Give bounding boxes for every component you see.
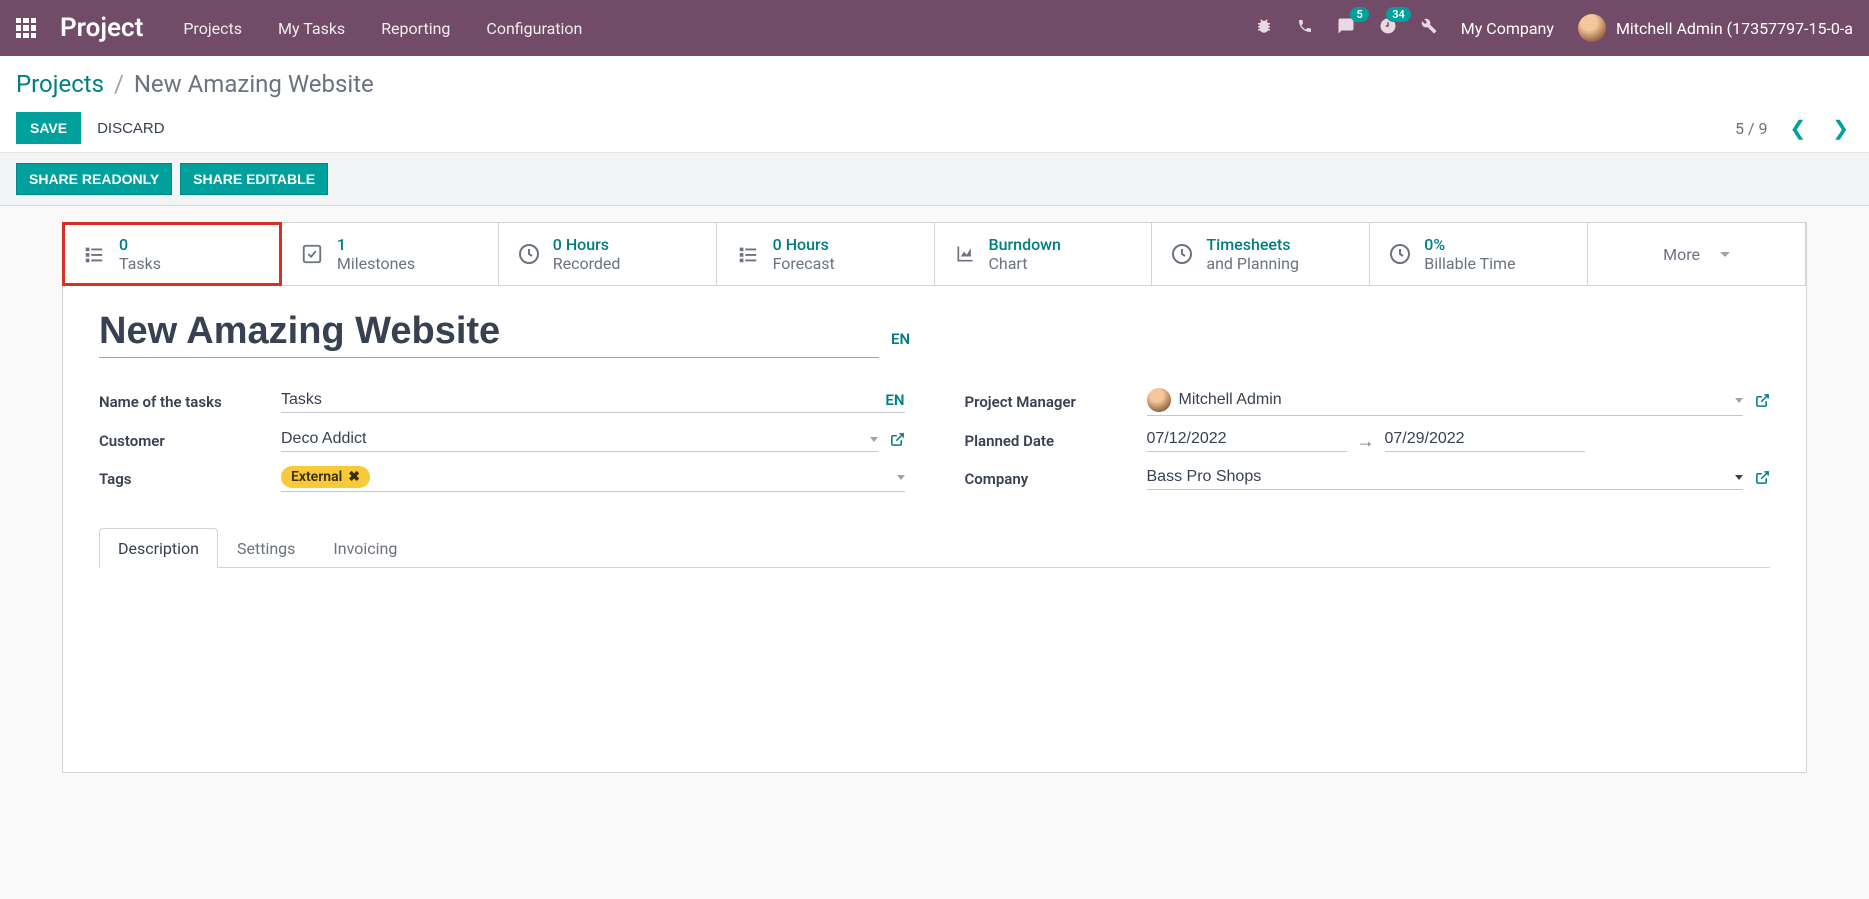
project-manager-input[interactable] (1179, 391, 1728, 409)
action-bar: SAVE DISCARD 5 / 9 ❮ ❯ (0, 98, 1869, 153)
arrow-right-icon: → (1357, 431, 1375, 452)
pager-prev[interactable]: ❮ (1785, 116, 1810, 140)
share-readonly-button[interactable]: SHARE READONLY (16, 163, 172, 195)
date-end-input[interactable] (1385, 430, 1585, 452)
manager-avatar-icon (1147, 388, 1171, 412)
debug-icon[interactable] (1255, 17, 1273, 39)
menu-reporting[interactable]: Reporting (381, 19, 450, 38)
apps-icon[interactable] (16, 18, 36, 38)
external-link-icon[interactable] (1755, 470, 1770, 489)
chevron-down-icon[interactable] (1735, 398, 1743, 403)
discard-button[interactable]: DISCARD (97, 120, 165, 137)
external-link-icon[interactable] (1755, 393, 1770, 412)
pager-next[interactable]: ❯ (1828, 116, 1853, 140)
tag-remove-icon[interactable]: ✖ (348, 469, 360, 485)
menu-projects[interactable]: Projects (183, 19, 242, 38)
company-input[interactable] (1147, 468, 1728, 486)
stat-timesheets[interactable]: Timesheetsand Planning (1152, 223, 1370, 285)
title-lang-button[interactable]: EN (891, 330, 910, 348)
breadcrumb-bar: Projects / New Amazing Website (0, 56, 1869, 98)
phone-icon[interactable] (1297, 18, 1313, 38)
share-bar: SHARE READONLY SHARE EDITABLE (0, 153, 1869, 206)
label-tasks-name: Name of the tasks (99, 393, 269, 411)
app-brand[interactable]: Project (60, 13, 143, 43)
external-link-icon[interactable] (890, 432, 905, 451)
form-sheet: 0Tasks 1Milestones 0 HoursRecorded 0 Hou… (62, 222, 1807, 773)
stat-milestones[interactable]: 1Milestones (281, 223, 499, 285)
tab-invoicing[interactable]: Invoicing (314, 528, 416, 568)
project-title-input[interactable] (99, 310, 879, 358)
avatar-icon (1578, 14, 1606, 42)
label-project-manager: Project Manager (965, 393, 1135, 411)
chevron-down-icon (1720, 252, 1730, 257)
company-selector[interactable]: My Company (1461, 19, 1554, 38)
stat-burndown[interactable]: BurndownChart (935, 223, 1153, 285)
main-menu: Projects My Tasks Reporting Configuratio… (183, 19, 582, 38)
label-customer: Customer (99, 432, 269, 450)
menu-configuration[interactable]: Configuration (486, 19, 582, 38)
chevron-down-icon[interactable] (1735, 475, 1743, 480)
chat-icon[interactable]: 5 (1337, 17, 1355, 39)
label-tags: Tags (99, 470, 269, 488)
user-name: Mitchell Admin (17357797-15-0-a (1616, 19, 1853, 38)
label-planned-date: Planned Date (965, 432, 1135, 450)
stat-recorded[interactable]: 0 HoursRecorded (499, 223, 717, 285)
stat-billable[interactable]: 0%Billable Time (1370, 223, 1588, 285)
stat-more[interactable]: More (1588, 223, 1806, 285)
top-navbar: Project Projects My Tasks Reporting Conf… (0, 0, 1869, 56)
breadcrumb-separator: / (114, 70, 124, 98)
pager-text: 5 / 9 (1735, 119, 1768, 138)
tools-icon[interactable] (1421, 18, 1437, 38)
tab-settings[interactable]: Settings (218, 528, 314, 568)
tag-chip: External ✖ (281, 466, 370, 488)
menu-my-tasks[interactable]: My Tasks (278, 19, 345, 38)
date-start-input[interactable] (1147, 430, 1347, 452)
description-content[interactable] (99, 568, 1770, 748)
tab-description[interactable]: Description (99, 528, 218, 568)
label-company: Company (965, 470, 1135, 488)
stat-buttons-row: 0Tasks 1Milestones 0 HoursRecorded 0 Hou… (63, 223, 1806, 286)
stat-forecast[interactable]: 0 HoursForecast (717, 223, 935, 285)
tasks-name-lang-button[interactable]: EN (885, 391, 904, 409)
breadcrumb-current: New Amazing Website (134, 70, 374, 98)
customer-input[interactable] (281, 430, 862, 448)
user-menu[interactable]: Mitchell Admin (17357797-15-0-a (1578, 14, 1853, 42)
save-button[interactable]: SAVE (16, 112, 81, 144)
tasks-name-input[interactable] (281, 391, 877, 409)
clock-icon[interactable]: 34 (1379, 17, 1397, 39)
breadcrumb-parent[interactable]: Projects (16, 70, 104, 98)
chevron-down-icon[interactable] (897, 475, 905, 480)
tab-bar: Description Settings Invoicing (99, 528, 1770, 568)
share-editable-button[interactable]: SHARE EDITABLE (180, 163, 328, 195)
chat-badge: 5 (1350, 7, 1368, 22)
stat-tasks[interactable]: 0Tasks (63, 223, 281, 285)
chevron-down-icon[interactable] (870, 437, 878, 442)
activities-badge: 34 (1386, 7, 1411, 22)
